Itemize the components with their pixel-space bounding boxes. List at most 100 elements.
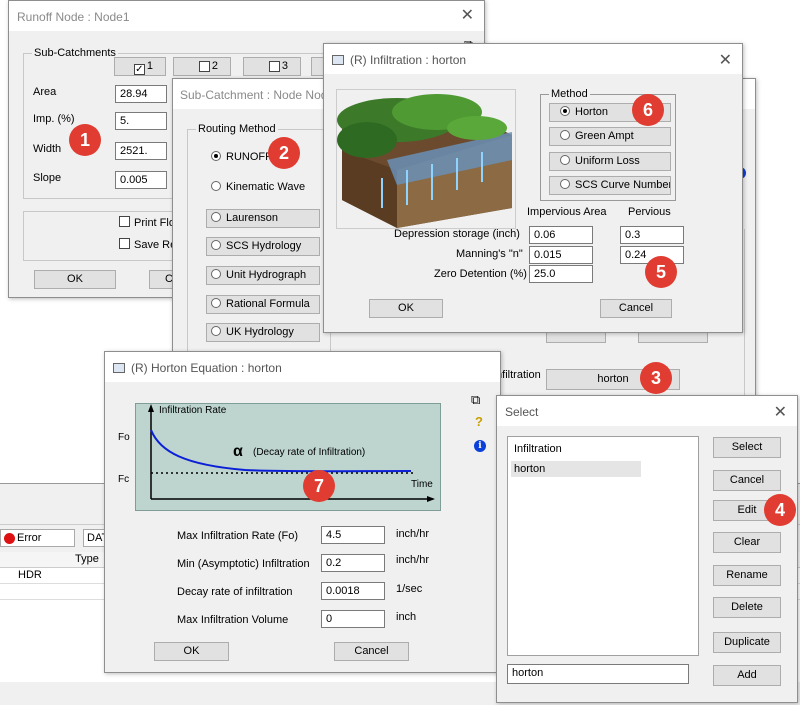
- radio-selected-icon: [211, 151, 221, 161]
- routing-method-label: Routing Method: [196, 123, 278, 135]
- checkbox-icon: [119, 238, 130, 249]
- check-icon: ✓: [133, 64, 145, 75]
- type-column-header[interactable]: Type: [75, 553, 99, 565]
- select-name-input[interactable]: horton: [507, 664, 689, 684]
- clear-button[interactable]: Clear: [713, 532, 781, 553]
- green-ampt-option[interactable]: Green Ampt: [549, 127, 671, 146]
- checkbox-icon: [119, 216, 130, 227]
- decay-rate-field[interactable]: 0.0018: [321, 582, 385, 600]
- zero-detention-field[interactable]: 25.0: [529, 265, 593, 283]
- duplicate-button[interactable]: Duplicate: [713, 632, 781, 653]
- add-button[interactable]: Add: [713, 665, 781, 686]
- checkbox-icon: [268, 61, 280, 72]
- radio-icon: [211, 212, 221, 222]
- mannings-n-label: Manning's "n": [456, 248, 523, 260]
- radio-icon: [560, 130, 570, 140]
- slope-label: Slope: [33, 172, 62, 184]
- depression-storage-label: Depression storage (inch): [394, 228, 520, 240]
- radio-icon: [211, 326, 221, 336]
- close-icon[interactable]: ✕: [774, 402, 787, 422]
- infiltration-cancel-button[interactable]: Cancel: [600, 299, 672, 318]
- max-infiltration-rate-field[interactable]: 4.5: [321, 526, 385, 544]
- depression-storage-pervious-field[interactable]: 0.3: [620, 226, 684, 244]
- width-label: Width: [33, 143, 62, 155]
- radio-icon: [211, 298, 221, 308]
- decay-rate-label: Decay rate of infiltration: [177, 586, 293, 598]
- infiltration-window: (R) Infiltration : horton ✕ Method Horto…: [323, 43, 743, 333]
- cancel-button[interactable]: Cancel: [713, 470, 781, 491]
- infiltration-title: (R) Infiltration : horton: [324, 44, 742, 74]
- horton-ok-button[interactable]: OK: [154, 642, 229, 661]
- soil-illustration-svg: [337, 94, 512, 228]
- runoff-node-title: Runoff Node : Node1: [9, 1, 484, 31]
- y-axis-label: Infiltration Rate: [159, 405, 227, 416]
- help-icon[interactable]: ?: [475, 414, 483, 429]
- rational-formula-option[interactable]: Rational Formula: [206, 295, 320, 314]
- soil-illustration: [336, 89, 516, 229]
- select-window: Select ✕ Infiltration horton horton Sele…: [496, 395, 798, 703]
- checkbox-icon: [198, 61, 210, 72]
- radio-icon: [211, 240, 221, 250]
- imp-field[interactable]: 5.: [115, 112, 167, 130]
- step-badge-4: 4: [764, 494, 796, 526]
- fo-label: Fo: [118, 432, 130, 443]
- step-badge-7: 7: [303, 470, 335, 502]
- area-field[interactable]: 28.94: [115, 85, 167, 103]
- step-badge-5: 5: [645, 256, 677, 288]
- mannings-n-impervious-field[interactable]: 0.015: [529, 246, 593, 264]
- uniform-loss-option[interactable]: Uniform Loss: [549, 152, 671, 171]
- width-field[interactable]: 2521.: [115, 142, 167, 160]
- radio-icon: [211, 181, 221, 191]
- area-label: Area: [33, 86, 57, 98]
- fc-label: Fc: [118, 474, 130, 485]
- depression-storage-impervious-field[interactable]: 0.06: [529, 226, 593, 244]
- slope-field[interactable]: 0.005: [115, 171, 167, 189]
- close-icon[interactable]: ✕: [719, 50, 732, 70]
- min-infiltration-unit: inch/hr: [396, 554, 430, 566]
- step-badge-1: 1: [69, 124, 101, 156]
- uk-hydrology-option[interactable]: UK Hydrology: [206, 323, 320, 342]
- min-infiltration-field[interactable]: 0.2: [321, 554, 385, 572]
- error-toggle[interactable]: Error: [0, 529, 75, 547]
- min-infiltration-label: Min (Asymptotic) Infiltration: [177, 558, 310, 570]
- imp-label: Imp. (%): [33, 113, 75, 125]
- step-badge-2: 2: [268, 137, 300, 169]
- horton-cancel-button[interactable]: Cancel: [334, 642, 409, 661]
- x-axis-arrow: [427, 496, 435, 502]
- copy-icon[interactable]: ⧉: [471, 392, 480, 408]
- list-item-selected[interactable]: horton: [511, 461, 641, 477]
- infiltration-ok-button[interactable]: OK: [369, 299, 443, 318]
- info-icon[interactable]: i: [474, 436, 486, 452]
- select-button[interactable]: Select: [713, 437, 781, 458]
- alpha-symbol: α: [233, 443, 243, 460]
- subcatchment-tab-1[interactable]: ✓ 1: [114, 57, 166, 76]
- error-icon: [4, 533, 15, 544]
- close-icon[interactable]: ✕: [461, 5, 474, 25]
- radio-icon: [560, 179, 570, 189]
- unit-hydrograph-option[interactable]: Unit Hydrograph: [206, 266, 320, 285]
- max-infiltration-volume-field[interactable]: 0: [321, 610, 385, 628]
- delete-button[interactable]: Delete: [713, 597, 781, 618]
- scs-hydrology-option[interactable]: SCS Hydrology: [206, 237, 320, 256]
- subcatchment-tab-2[interactable]: 2: [173, 57, 231, 76]
- laurenson-option[interactable]: Laurenson: [206, 209, 320, 228]
- subcatchment-tab-3[interactable]: 3: [243, 57, 301, 76]
- row-type-cell: HDR: [18, 569, 42, 581]
- decay-rate-unit: 1/sec: [396, 583, 423, 595]
- y-axis-arrow: [148, 404, 154, 412]
- scs-curve-number-option[interactable]: SCS Curve Number: [549, 176, 671, 195]
- horton-curve-svg: [148, 404, 435, 502]
- kinematic-wave-radio[interactable]: Kinematic Wave: [211, 181, 305, 193]
- step-badge-6: 6: [632, 94, 664, 126]
- zero-detention-label: Zero Detention (%): [434, 268, 527, 280]
- max-infiltration-volume-label: Max Infiltration Volume: [177, 614, 289, 626]
- decay-note: (Decay rate of Infiltration): [253, 447, 366, 458]
- rename-button[interactable]: Rename: [713, 565, 781, 586]
- list-item[interactable]: Infiltration: [514, 443, 562, 455]
- runoff-ok-button[interactable]: OK: [34, 270, 116, 289]
- select-list[interactable]: Infiltration horton: [507, 436, 699, 656]
- select-title: Select: [497, 396, 797, 426]
- runoff-radio[interactable]: RUNOFF: [211, 151, 272, 163]
- error-label: Error: [17, 532, 42, 544]
- window-icon: [332, 55, 344, 65]
